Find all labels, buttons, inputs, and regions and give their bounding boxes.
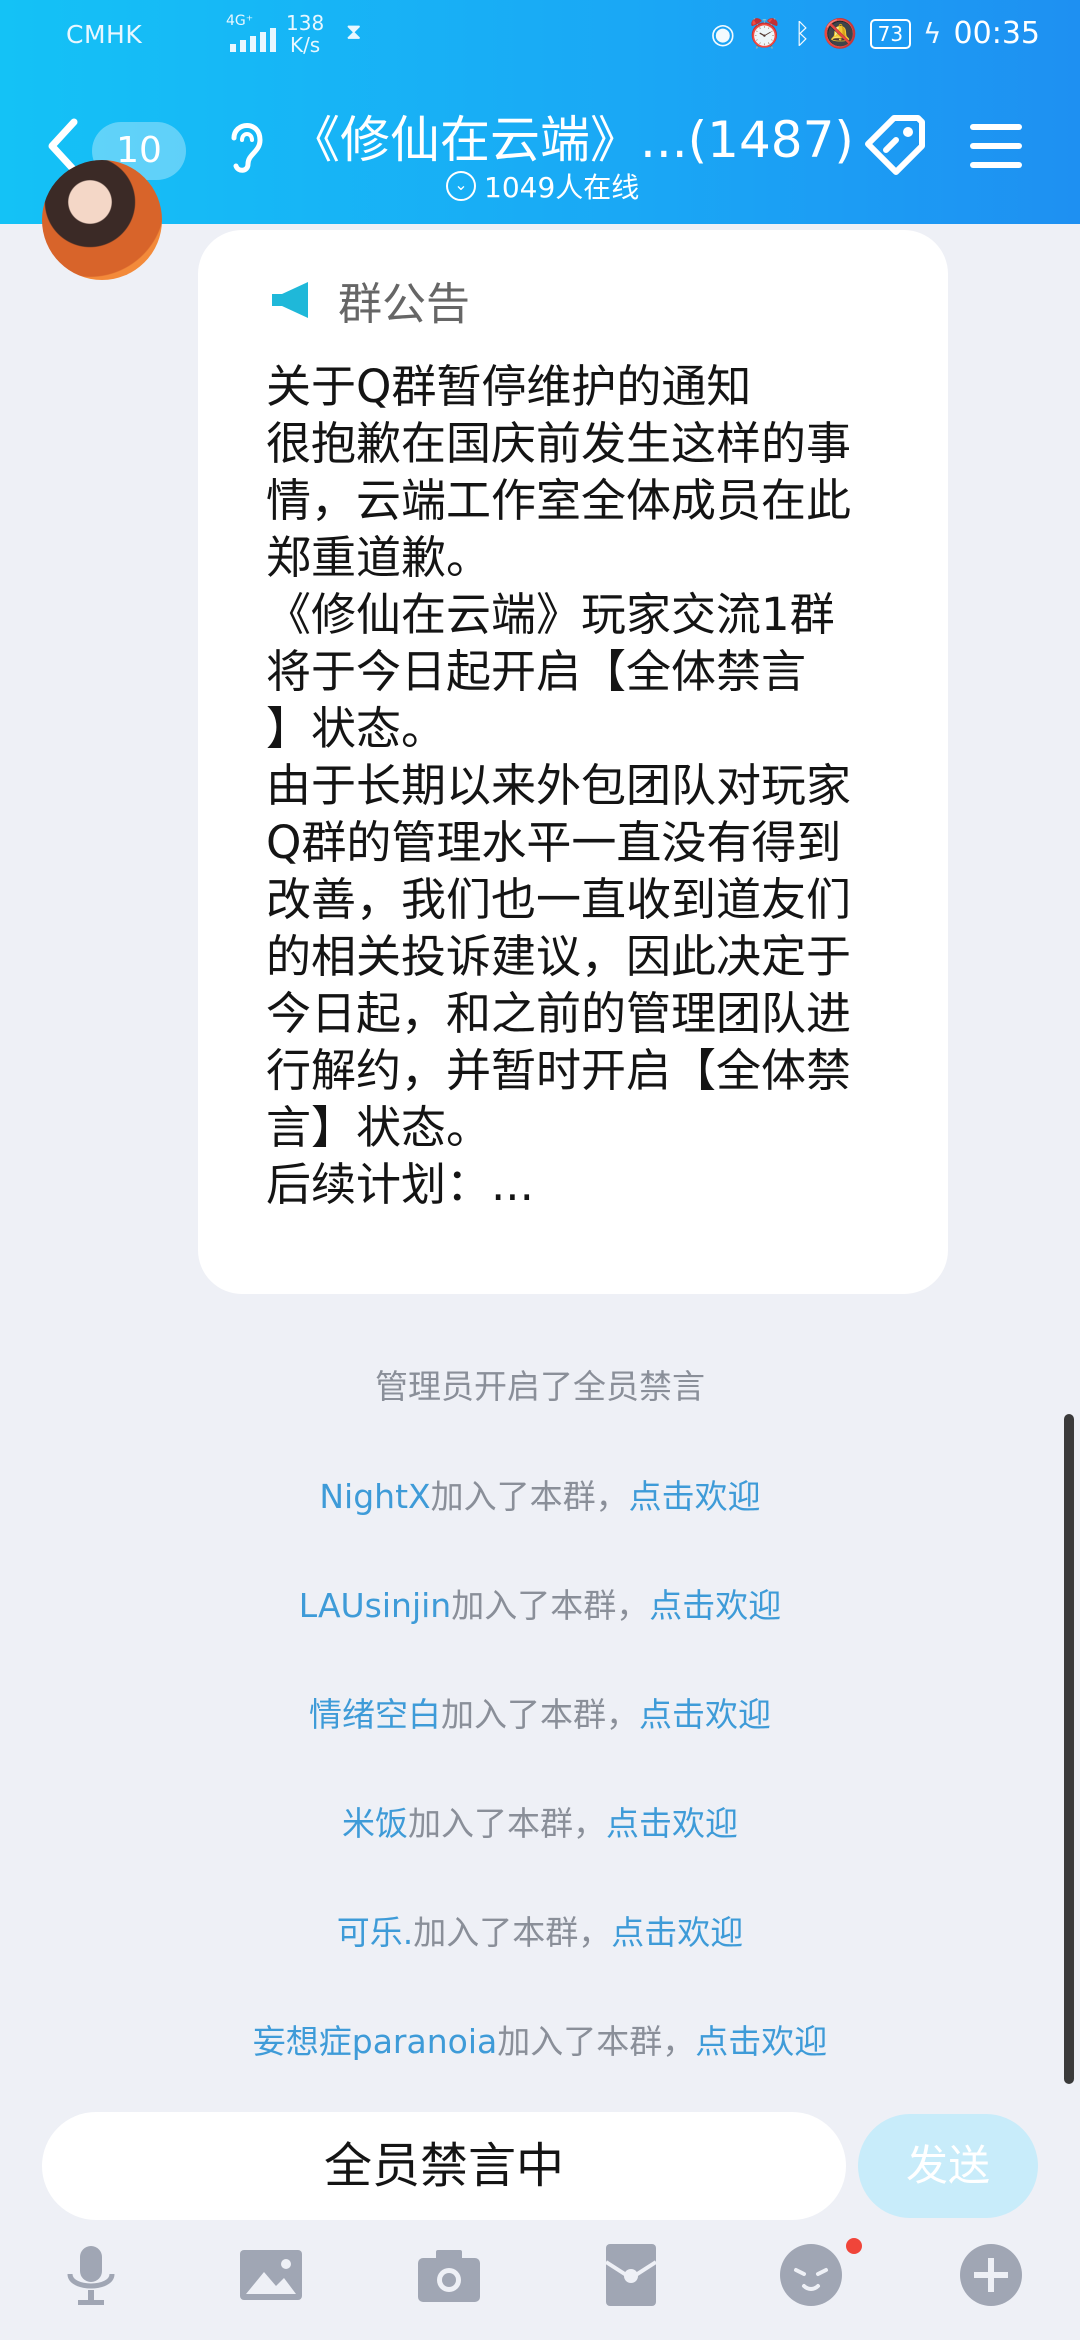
member-name[interactable]: 妄想症paranoia [253, 2022, 497, 2061]
send-button[interactable]: 发送 [858, 2114, 1038, 2218]
notice-line: 后续计划：... [266, 1158, 534, 1211]
menu-icon[interactable] [970, 124, 1022, 168]
notice-line: 】状态。 [266, 702, 447, 755]
emoji-icon[interactable] [776, 2240, 846, 2310]
notice-line: 由于长期以来外包团队对玩家 [266, 759, 852, 812]
notice-body: 关于Q群暂停维护的通知 很抱歉在国庆前发生这样的事 情，云端工作室全体成员在此 … [266, 358, 902, 1213]
notice-line: 的相关投诉建议，因此决定于 [266, 930, 852, 983]
eye-icon: ◉ [710, 17, 736, 50]
status-left: CMHK 4G⁺ 138 K/s ⧗ [66, 12, 361, 56]
camera-icon[interactable] [414, 2240, 484, 2310]
join-text: 加入了本群， [497, 2022, 696, 2061]
red-packet-icon[interactable] [596, 2240, 666, 2310]
speed-value: 138 [286, 11, 325, 35]
notice-line: 《修仙在云端》玩家交流1群 [266, 588, 835, 641]
online-count: 1049人在线 [484, 171, 640, 204]
join-text: 加入了本群， [441, 1695, 639, 1734]
join-text: 加入了本群， [413, 1913, 612, 1952]
notice-line: 改善，我们也一直收到道友们 [266, 873, 852, 926]
notice-header: 群公告 [270, 268, 470, 332]
chevron-down-icon: ⌄ [446, 171, 476, 201]
group-title[interactable]: 《修仙在云端》...(1487) [290, 100, 854, 172]
status-bar: CMHK 4G⁺ 138 K/s ⧗ ◉ ⏰ ᛒ 🔕 73 ϟ 00:35 [0, 0, 1080, 72]
join-notice: 妄想症paranoia加入了本群，点击欢迎 [0, 2015, 1080, 2063]
member-name[interactable]: 可乐. [337, 1913, 414, 1952]
battery-indicator: 73 [869, 18, 912, 49]
mute-bell-icon: 🔕 [822, 17, 858, 50]
join-text: 加入了本群， [408, 1804, 606, 1843]
carrier-label: CMHK [66, 20, 143, 49]
notice-line: 将于今日起开启【全体禁言 [266, 645, 807, 698]
avatar[interactable] [42, 160, 162, 280]
header-bar: CMHK 4G⁺ 138 K/s ⧗ ◉ ⏰ ᛒ 🔕 73 ϟ 00:35 10… [0, 0, 1080, 224]
notice-line: 郑重道歉。 [266, 531, 492, 584]
charging-icon: ϟ [923, 17, 942, 50]
signal-icon [230, 28, 276, 52]
group-notice-card[interactable]: 群公告 关于Q群暂停维护的通知 很抱歉在国庆前发生这样的事 情，云端工作室全体成… [198, 230, 948, 1294]
notice-line: 很抱歉在国庆前发生这样的事 [266, 417, 852, 470]
image-icon[interactable] [236, 2240, 306, 2310]
join-notice: LAUsinjin加入了本群，点击欢迎 [0, 1579, 1080, 1627]
bluetooth-icon: ᛒ [793, 17, 811, 50]
member-name[interactable]: 情绪空白 [309, 1695, 441, 1734]
notice-line: 关于Q群暂停维护的通知 [266, 360, 752, 413]
notice-title: 群公告 [338, 279, 470, 330]
join-notice: 米饭加入了本群，点击欢迎 [0, 1797, 1080, 1845]
notice-line: 今日起，和之前的管理团队进 [266, 987, 852, 1040]
join-notice: 可乐.加入了本群，点击欢迎 [0, 1906, 1080, 1954]
microphone-icon[interactable] [56, 2240, 126, 2310]
status-right: ◉ ⏰ ᛒ 🔕 73 ϟ 00:35 [711, 16, 1040, 51]
notice-line: Q群的管理水平一直没有得到 [266, 816, 842, 869]
member-name[interactable]: 米饭 [342, 1804, 408, 1843]
scrollbar[interactable] [1064, 1414, 1074, 2084]
system-message: 管理员开启了全员禁言 [375, 1367, 705, 1406]
network-type: 4G⁺ [226, 13, 254, 29]
welcome-link[interactable]: 点击欢迎 [629, 1477, 761, 1516]
alarm-icon: ⏰ [747, 17, 782, 50]
welcome-link[interactable]: 点击欢迎 [606, 1804, 738, 1843]
input-toolbar [0, 2230, 1080, 2340]
net-speed: 138 K/s [286, 12, 324, 56]
speed-unit: K/s [289, 33, 321, 57]
ear-icon[interactable] [224, 110, 268, 176]
megaphone-icon [272, 282, 308, 318]
notice-line: 行解约，并暂时开启【全体禁 [266, 1044, 852, 1097]
member-name[interactable]: LAUsinjin [299, 1586, 451, 1625]
join-text: 加入了本群， [430, 1477, 629, 1516]
welcome-link[interactable]: 点击欢迎 [639, 1695, 771, 1734]
welcome-link[interactable]: 点击欢迎 [649, 1586, 781, 1625]
welcome-link[interactable]: 点击欢迎 [695, 2022, 827, 2061]
online-status[interactable]: ⌄ 1049人在线 [446, 166, 639, 206]
member-name[interactable]: NightX [319, 1477, 430, 1516]
notice-line: 言】状态。 [266, 1101, 492, 1154]
hourglass-icon: ⧗ [346, 20, 362, 45]
group-tag-icon[interactable] [860, 110, 930, 180]
title-bar: 10 《修仙在云端》...(1487) ⌄ 1049人在线 [0, 86, 1080, 224]
join-notice: NightX加入了本群，点击欢迎 [0, 1470, 1080, 1518]
join-notice: 情绪空白加入了本群，点击欢迎 [0, 1688, 1080, 1736]
plus-icon[interactable] [956, 2240, 1026, 2310]
notification-dot [846, 2238, 862, 2254]
clock: 00:35 [953, 16, 1040, 51]
welcome-link[interactable]: 点击欢迎 [611, 1913, 743, 1952]
message-input[interactable]: 全员禁言中 [42, 2112, 846, 2220]
notice-line: 情，云端工作室全体成员在此 [266, 474, 852, 527]
join-text: 加入了本群， [451, 1586, 650, 1625]
